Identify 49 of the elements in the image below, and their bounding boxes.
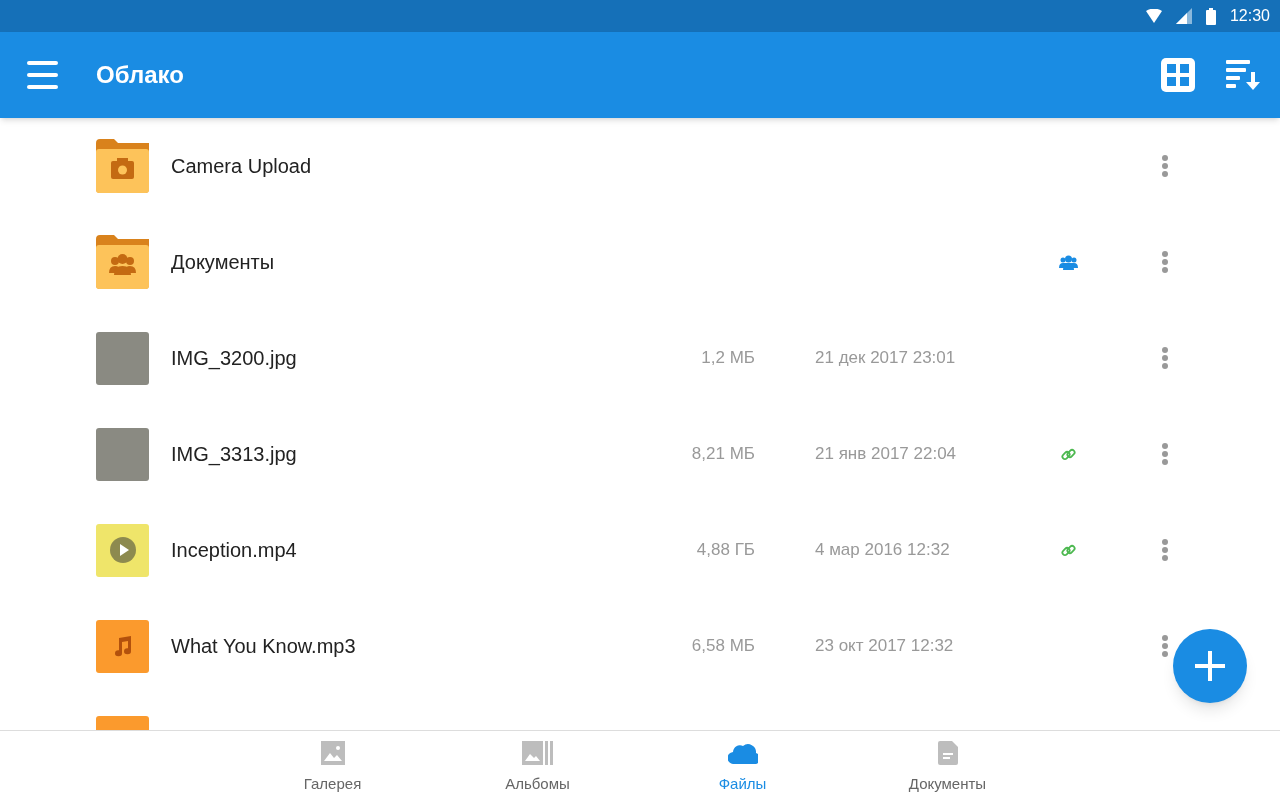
file-date: 4 мар 2016 12:32 bbox=[815, 540, 950, 560]
camera-folder-icon bbox=[96, 139, 149, 193]
file-date: 21 дек 2017 23:01 bbox=[815, 348, 956, 368]
wifi-icon bbox=[1145, 9, 1162, 23]
more-options-icon[interactable] bbox=[1161, 346, 1169, 370]
play-icon bbox=[109, 537, 136, 563]
file-size: 1,2 МБ bbox=[701, 347, 755, 370]
file-name[interactable]: Документы bbox=[171, 251, 275, 273]
more-options-icon[interactable] bbox=[1161, 442, 1169, 466]
cloud-icon bbox=[727, 742, 758, 764]
file-size: 4,88 ГБ bbox=[696, 539, 755, 562]
grid-view-icon[interactable] bbox=[1161, 58, 1195, 92]
file-row[interactable]: IMG_3313.jpg 8,21 МБ 21 янв 2017 22:04 bbox=[0, 406, 1280, 502]
file-size: 8,21 МБ bbox=[691, 443, 755, 466]
file-row[interactable]: IMG_3200.jpg 1,2 МБ 21 дек 2017 23:01 bbox=[0, 310, 1280, 406]
file-name[interactable]: Inception.mp4 bbox=[171, 539, 297, 561]
nav-tab[interactable]: Файлы bbox=[640, 731, 845, 800]
picture-icon bbox=[320, 741, 345, 765]
albums-icon bbox=[522, 741, 553, 765]
battery-icon bbox=[1205, 7, 1216, 25]
file-name[interactable]: What You Know.mp3 bbox=[171, 635, 356, 657]
add-button[interactable] bbox=[1173, 629, 1247, 703]
photo-placeholder bbox=[96, 427, 149, 481]
file-name[interactable]: IMG_3313.jpg bbox=[171, 443, 297, 465]
file-name[interactable]: Camera Upload bbox=[171, 155, 312, 177]
file-name[interactable]: IMG_3200.jpg bbox=[171, 347, 297, 369]
file-row[interactable]: Camera Upload bbox=[0, 118, 1280, 214]
file-row[interactable]: What You Know.mp3 6,58 МБ 23 окт 2017 12:32 bbox=[0, 598, 1280, 694]
file-size: 6,58 МБ bbox=[691, 635, 755, 658]
sort-icon[interactable] bbox=[1226, 60, 1260, 90]
more-options-icon[interactable] bbox=[1161, 634, 1169, 658]
app-title: Облако bbox=[96, 60, 184, 90]
file-row[interactable]: Документы bbox=[0, 214, 1280, 310]
file-date: 21 янв 2017 22:04 bbox=[815, 444, 957, 464]
file-row[interactable]: Inception.mp4 4,88 ГБ 4 мар 2016 12:32 bbox=[0, 502, 1280, 598]
status-time: 12:30 bbox=[1229, 6, 1270, 26]
photo-placeholder bbox=[96, 331, 149, 385]
plus-icon bbox=[1195, 651, 1225, 681]
more-options-icon[interactable] bbox=[1161, 250, 1169, 274]
shared-folder-icon bbox=[96, 235, 149, 289]
nav-tab[interactable]: Галерея bbox=[230, 731, 435, 800]
nav-tab[interactable]: Документы bbox=[845, 731, 1050, 800]
more-options-icon[interactable] bbox=[1161, 154, 1169, 178]
more-options-icon[interactable] bbox=[1161, 538, 1169, 562]
document-icon bbox=[937, 741, 958, 765]
menu-icon[interactable] bbox=[27, 61, 58, 89]
file-date: 23 окт 2017 12:32 bbox=[815, 636, 954, 656]
signal-icon bbox=[1175, 8, 1192, 24]
nav-tab[interactable]: Альбомы bbox=[435, 731, 640, 800]
